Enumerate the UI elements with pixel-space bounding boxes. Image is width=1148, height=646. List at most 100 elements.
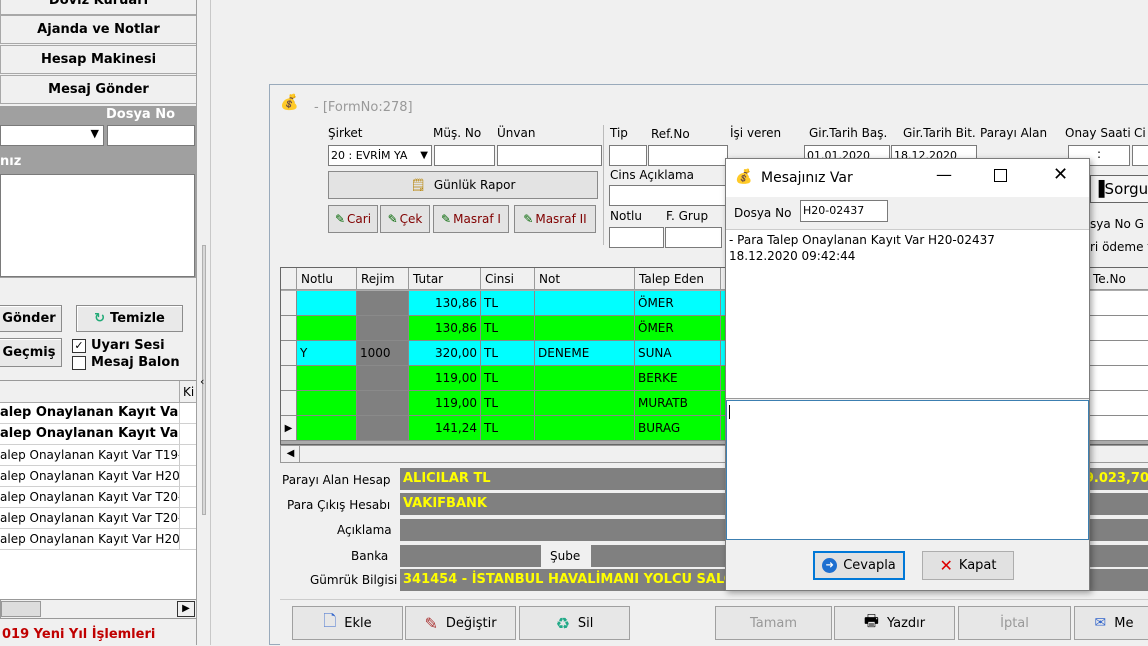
grid-cell-rejim[interactable] bbox=[357, 366, 409, 391]
mesaj-balon-checkbox[interactable] bbox=[72, 356, 86, 370]
close-icon[interactable]: ✕ bbox=[1053, 164, 1068, 185]
grid-row-indicator[interactable] bbox=[281, 291, 297, 316]
grid-cell-not[interactable] bbox=[535, 291, 635, 316]
list-item[interactable]: alep Onaylanan Kayıt Var H20- bbox=[0, 529, 179, 550]
masraf2-button[interactable]: ✎ Masraf II bbox=[514, 205, 596, 233]
grid-row-indicator[interactable] bbox=[281, 391, 297, 416]
grid-row-indicator[interactable] bbox=[281, 341, 297, 366]
grid-cell-te-no[interactable] bbox=[1089, 291, 1148, 316]
grid-column-header[interactable]: Rejim bbox=[357, 268, 409, 290]
cek-button[interactable]: ✎ Çek bbox=[380, 205, 430, 233]
list-item[interactable]: alep Onaylanan Kayıt Var T20-I bbox=[0, 487, 179, 508]
message-textarea[interactable] bbox=[0, 174, 195, 277]
grid-row-indicator[interactable] bbox=[281, 366, 297, 391]
grid-cell-cinsi[interactable]: TL bbox=[481, 416, 535, 441]
grid-cell-notlu[interactable] bbox=[297, 391, 357, 416]
menu-hesap-makinesi[interactable]: Hesap Makinesi bbox=[0, 45, 196, 74]
grid-cell-rejim[interactable] bbox=[357, 316, 409, 341]
grid-column-header-te-no[interactable]: Te.No bbox=[1089, 268, 1148, 290]
cevapla-button[interactable]: ➜ Cevapla bbox=[813, 551, 905, 580]
grid-cell-te-no[interactable] bbox=[1089, 391, 1148, 416]
grid-cell-rejim[interactable] bbox=[357, 391, 409, 416]
temizle-button[interactable]: ↻ Temizle bbox=[76, 305, 183, 332]
grid-cell-tutar[interactable]: 141,24 bbox=[409, 416, 481, 441]
list-item[interactable]: alep Onaylanan Kayıt Var H20- bbox=[0, 466, 179, 487]
tip-input[interactable] bbox=[609, 145, 647, 166]
cins-aciklama-input[interactable] bbox=[609, 185, 729, 206]
sirket-select[interactable]: 20 : EVRİM YA ▼ bbox=[328, 145, 432, 166]
notlu-filter-input[interactable] bbox=[609, 227, 664, 248]
unvan-input[interactable] bbox=[497, 145, 602, 166]
grid-cell-talep-eden[interactable]: ÖMER bbox=[635, 291, 721, 316]
grid-cell-talep-eden[interactable]: ÖMER bbox=[635, 316, 721, 341]
grid-column-header[interactable]: Talep Eden bbox=[635, 268, 721, 290]
grid-cell-notlu[interactable] bbox=[297, 291, 357, 316]
grid-cell-not[interactable] bbox=[535, 416, 635, 441]
grid-cell-not[interactable] bbox=[535, 316, 635, 341]
grid-cell-te-no[interactable] bbox=[1089, 316, 1148, 341]
ref-no-input[interactable] bbox=[648, 145, 728, 166]
grid-cell-cinsi[interactable]: TL bbox=[481, 316, 535, 341]
minimize-icon[interactable]: — bbox=[936, 165, 952, 184]
menu-mesaj-gonder[interactable]: Mesaj Gönder bbox=[0, 75, 196, 104]
sorgula-button[interactable]: ▐Sorgul bbox=[1090, 175, 1148, 203]
grid-cell-notlu[interactable] bbox=[297, 366, 357, 391]
grid-cell-not[interactable] bbox=[535, 366, 635, 391]
grid-cell-notlu[interactable]: Y bbox=[297, 341, 357, 366]
scroll-thumb[interactable] bbox=[1, 601, 41, 617]
grid-cell-tutar[interactable]: 320,00 bbox=[409, 341, 481, 366]
scroll-left-icon[interactable]: ◀ bbox=[282, 446, 300, 462]
yazdir-button[interactable]: 🖶 Yazdır bbox=[834, 606, 955, 640]
gecmis-button[interactable]: Geçmiş bbox=[0, 338, 62, 367]
gonder-button[interactable]: Gönder bbox=[0, 305, 62, 332]
maximize-icon[interactable] bbox=[994, 169, 1007, 182]
menu-doviz-kurlari[interactable]: Döviz Kuruarı bbox=[0, 0, 196, 15]
grid-column-header[interactable]: Tutar bbox=[409, 268, 481, 290]
tamam-button[interactable]: Tamam bbox=[715, 606, 832, 640]
grid-cell-te-no[interactable] bbox=[1089, 366, 1148, 391]
list-hscrollbar[interactable]: ▶ bbox=[0, 599, 196, 619]
kapat-button[interactable]: ✕ Kapat bbox=[922, 551, 1014, 580]
banka-field[interactable] bbox=[400, 545, 541, 567]
grid-cell-cinsi[interactable]: TL bbox=[481, 391, 535, 416]
grid-cell-cinsi[interactable]: TL bbox=[481, 366, 535, 391]
grid-cell-te-no[interactable] bbox=[1089, 416, 1148, 441]
ekle-button[interactable]: 🗋 Ekle bbox=[292, 606, 403, 640]
panel-splitter[interactable]: ‹ bbox=[197, 0, 211, 645]
gunluk-rapor-button[interactable]: 🗒 Günlük Rapor bbox=[328, 171, 598, 199]
collapse-arrow-icon[interactable]: ‹ bbox=[200, 375, 204, 388]
grid-column-header[interactable]: Notlu bbox=[297, 268, 357, 290]
list-item[interactable]: alep Onaylanan Kayıt Var T20-I bbox=[0, 508, 179, 529]
list-item[interactable]: alep Onaylanan Kayıt Var T19-I bbox=[0, 445, 179, 466]
grid-cell-tutar[interactable]: 119,00 bbox=[409, 366, 481, 391]
grid-cell-tutar[interactable]: 130,86 bbox=[409, 316, 481, 341]
footer-yeni-yil[interactable]: 019 Yeni Yıl İşlemleri bbox=[2, 627, 155, 642]
grid-cell-not[interactable] bbox=[535, 391, 635, 416]
grid-cell-talep-eden[interactable]: BURAG bbox=[635, 416, 721, 441]
ci-input[interactable] bbox=[1132, 145, 1148, 166]
grid-cell-not[interactable]: DENEME bbox=[535, 341, 635, 366]
menu-ajanda-notlar[interactable]: Ajanda ve Notlar bbox=[0, 15, 196, 44]
grid-cell-te-no[interactable] bbox=[1089, 341, 1148, 366]
grid-cell-talep-eden[interactable]: MURATB bbox=[635, 391, 721, 416]
list-item[interactable]: alep Onaylanan Kayıt Var bbox=[0, 403, 179, 424]
grid-cell-cinsi[interactable]: TL bbox=[481, 291, 535, 316]
mus-no-input[interactable] bbox=[434, 145, 495, 166]
degistir-button[interactable]: ✎ Değiştir bbox=[405, 606, 516, 640]
grid-cell-rejim[interactable] bbox=[357, 416, 409, 441]
grid-row-indicator[interactable] bbox=[281, 316, 297, 341]
grid-column-header[interactable]: Cinsi bbox=[481, 268, 535, 290]
grid-cell-talep-eden[interactable]: BERKE bbox=[635, 366, 721, 391]
grid-cell-talep-eden[interactable]: SUNA bbox=[635, 341, 721, 366]
mesaj-button[interactable]: ✉ Me bbox=[1074, 606, 1148, 640]
grid-cell-tutar[interactable]: 119,00 bbox=[409, 391, 481, 416]
iptal-button[interactable]: İptal bbox=[958, 606, 1071, 640]
list-item[interactable]: alep Onaylanan Kayıt Var bbox=[0, 424, 179, 445]
grid-cell-cinsi[interactable]: TL bbox=[481, 341, 535, 366]
f-grup-input[interactable] bbox=[665, 227, 722, 248]
dosya-no-input[interactable] bbox=[107, 125, 195, 146]
scroll-right-icon[interactable]: ▶ bbox=[177, 601, 195, 617]
grid-column-header[interactable]: Not bbox=[535, 268, 635, 290]
user-select[interactable]: ▼ bbox=[0, 125, 104, 146]
grid-cell-notlu[interactable] bbox=[297, 316, 357, 341]
